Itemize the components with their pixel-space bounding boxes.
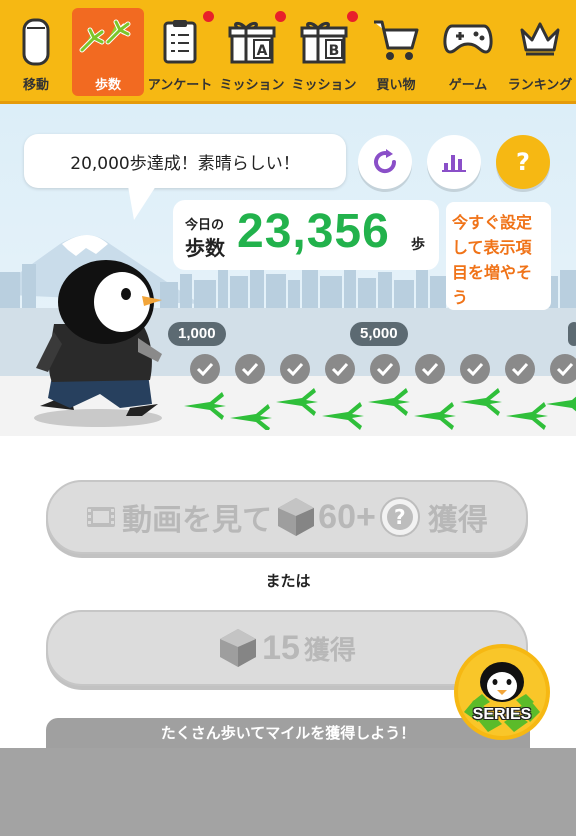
hint-line: う (452, 288, 469, 307)
cart-icon (360, 18, 432, 68)
series-label: SERIES (472, 706, 532, 723)
check-icon (190, 354, 220, 384)
check-icon (505, 354, 535, 384)
gamepad-icon (432, 18, 504, 68)
tab-label: ゲーム (448, 78, 488, 93)
gift-a-icon: A (216, 18, 288, 68)
check-icon (415, 354, 445, 384)
achievement-text: 20,000歩達成！素晴らしい！ (70, 153, 300, 174)
milestone-label: 5,000 (350, 322, 408, 346)
bubble-tail (128, 186, 156, 220)
steps-value: 23,356 (237, 205, 390, 258)
notification-dot (203, 11, 214, 22)
tab-label: ミッション (219, 78, 285, 93)
check-icon (550, 354, 576, 384)
notification-dot (347, 11, 358, 22)
achievement-bubble: 20,000歩達成！素晴らしい！ (24, 134, 346, 188)
tab-game[interactable]: ゲーム (432, 8, 504, 96)
tab-move[interactable]: 移動 (0, 8, 72, 96)
question-coin-label: ? (386, 504, 413, 530)
tab-mission-a[interactable]: A ミッション (216, 8, 288, 96)
hint-line: して表示項 (452, 238, 532, 257)
footprints-trail (184, 388, 576, 430)
top-tab-bar: 移動 歩数 アンケート A ミッション B ミッション 買い物 ゲーム ランキン… (0, 0, 576, 104)
check-icon (460, 354, 490, 384)
tab-label: ミッション (291, 78, 357, 93)
watch-video-button[interactable]: 動画を見て 60+ ? 獲得 (46, 480, 528, 554)
steps-label: 歩数 (185, 236, 225, 260)
check-icon (370, 354, 400, 384)
video-button-suffix: 獲得 (427, 503, 488, 538)
gem-button-suffix: 獲得 (303, 635, 356, 666)
check-icon (325, 354, 355, 384)
tab-ranking[interactable]: ランキング (504, 8, 576, 96)
series-badge[interactable]: SERIES (452, 642, 552, 742)
svg-text:B: B (329, 43, 340, 59)
help-button[interactable]: ? (496, 135, 550, 189)
phone-icon (0, 18, 72, 68)
tab-label: 歩数 (94, 78, 121, 93)
tab-mission-b[interactable]: B ミッション (288, 8, 360, 96)
video-button-label: 動画を見て (122, 503, 273, 538)
refresh-icon (374, 149, 397, 174)
step-counter: 今日の 歩数 23,356 歩 (173, 200, 439, 270)
help-icon: ? (516, 148, 530, 176)
gem-icon (220, 629, 257, 667)
gem-icon (278, 498, 315, 536)
footprints-icon (72, 18, 144, 68)
settings-hint[interactable]: 今すぐ設定 して表示項 目を増やそ う (446, 202, 551, 310)
steps-unit: 歩 (411, 237, 425, 253)
hint-line: 今すぐ設定 (452, 213, 533, 232)
penguin-character (34, 260, 162, 427)
svg-text:A: A (257, 43, 268, 59)
or-separator: または (265, 572, 311, 590)
notification-dot (275, 11, 286, 22)
tab-survey[interactable]: アンケート (144, 8, 216, 96)
crown-icon (504, 18, 576, 68)
tab-label: 買い物 (376, 78, 416, 93)
gift-b-icon: B (288, 18, 360, 68)
tab-label: ランキング (507, 78, 573, 93)
hint-line: 目を増やそ (452, 263, 533, 282)
gem-reward-amount: 15 (262, 628, 300, 667)
milestone-label-partial (568, 322, 576, 346)
check-icon (280, 354, 310, 384)
stats-button[interactable] (427, 135, 481, 189)
tab-steps[interactable]: 歩数 (72, 8, 144, 96)
clipboard-icon (144, 18, 216, 68)
video-reward-amount: 60+ (318, 497, 376, 536)
penguin-series-icon (454, 644, 550, 740)
refresh-button[interactable] (358, 135, 412, 189)
tab-label: 移動 (22, 78, 49, 93)
question-coin-icon: ? (379, 497, 420, 537)
tab-shopping[interactable]: 買い物 (360, 8, 432, 96)
tab-label: アンケート (147, 78, 213, 93)
steps-label-today: 今日の (185, 218, 225, 233)
check-icon (235, 354, 265, 384)
video-icon (87, 507, 116, 527)
bar-chart-icon (442, 155, 466, 172)
